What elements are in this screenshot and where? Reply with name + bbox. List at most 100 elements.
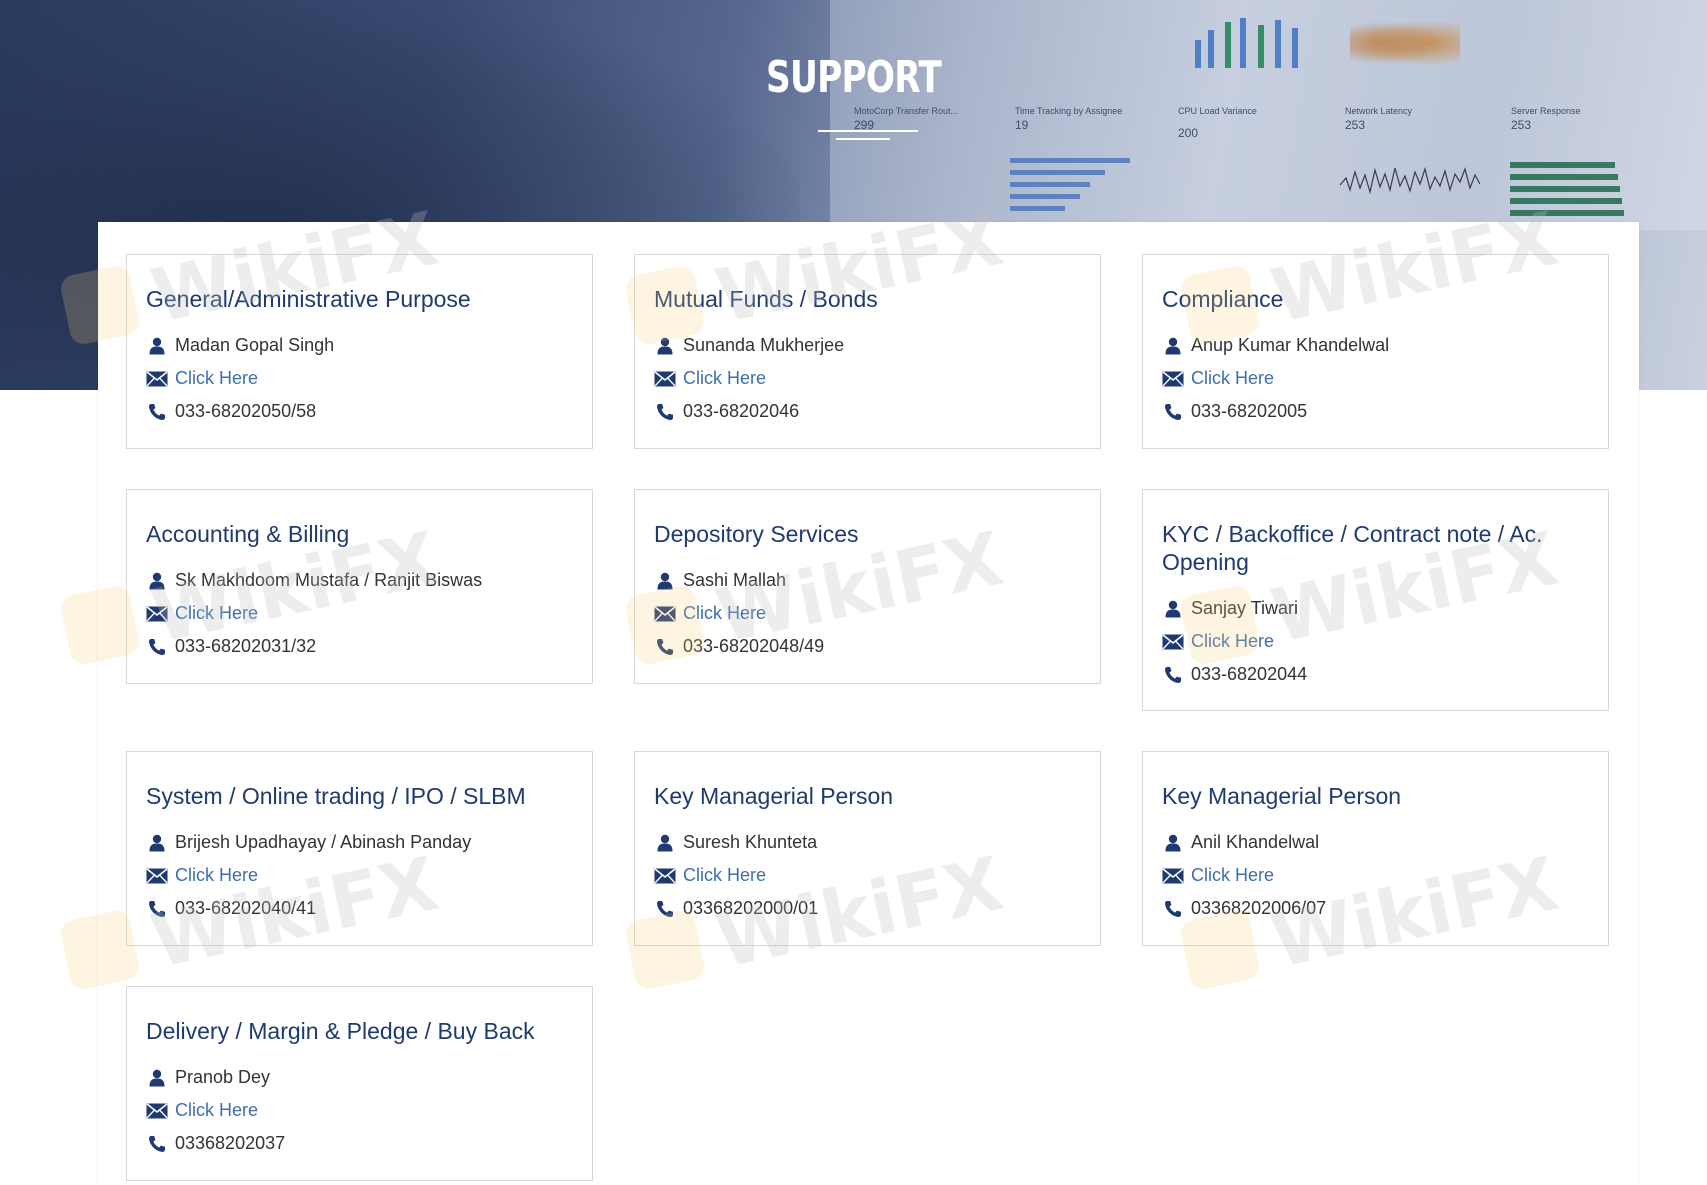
phone-row: 033-68202040/41 <box>146 892 573 925</box>
person-icon <box>146 571 168 591</box>
email-link[interactable]: Click Here <box>175 865 258 886</box>
panel-number: 200 <box>1178 126 1199 140</box>
email-row: Click Here <box>1162 859 1589 892</box>
phone-icon <box>1162 402 1184 422</box>
envelope-icon <box>1162 632 1184 652</box>
contact-person-row: Sashi Mallah <box>654 564 1081 597</box>
email-link[interactable]: Click Here <box>683 603 766 624</box>
email-row: Click Here <box>654 362 1081 395</box>
contact-card: Key Managerial Person Suresh Khunteta Clic… <box>634 751 1101 946</box>
phone-row: 03368202037 <box>146 1127 573 1160</box>
contact-card: Compliance Anup Kumar Khandelwal Click Her… <box>1142 254 1609 449</box>
email-link[interactable]: Click Here <box>1191 865 1274 886</box>
email-row: Click Here <box>146 597 573 630</box>
contact-card: Depository Services Sashi Mallah Click Her… <box>634 489 1101 684</box>
email-link[interactable]: Click Here <box>683 368 766 389</box>
panel-label: Server Response <box>1511 106 1581 116</box>
support-contacts-panel: General/Administrative Purpose Madan Gopa… <box>98 222 1639 1185</box>
person-icon <box>654 833 676 853</box>
envelope-icon <box>1162 369 1184 389</box>
card-title: Key Managerial Person <box>1162 783 1402 809</box>
panel-number: 253 <box>1511 118 1532 132</box>
envelope-icon <box>654 369 676 389</box>
phone-icon <box>146 1134 168 1154</box>
phone-icon <box>146 899 168 919</box>
contact-person-name: Sk Makhdoom Mustafa / Ranjit Biswas <box>175 570 483 590</box>
panel-label: Time Tracking by Assignee <box>1015 106 1123 116</box>
contact-person-name: Sunanda Mukherjee <box>683 335 845 355</box>
phone-row: 033-68202044 <box>1162 658 1589 691</box>
contact-person-name: Madan Gopal Singh <box>175 335 335 355</box>
contact-card: Accounting & Billing Sk Makhdoom Mustafa … <box>126 489 593 684</box>
card-title: Depository Services <box>654 521 859 547</box>
phone-icon <box>654 899 676 919</box>
phone-number: 033-68202005 <box>1191 401 1308 421</box>
hero-dashboard-image: MotoCorp Transfer Rout... Time Tracking … <box>830 0 1707 230</box>
phone-row: 033-68202005 <box>1162 395 1589 428</box>
email-row: Click Here <box>1162 625 1589 658</box>
phone-number: 033-68202031/32 <box>175 636 317 656</box>
card-title: Delivery / Margin & Pledge / Buy Back <box>146 1018 535 1044</box>
email-link[interactable]: Click Here <box>175 1100 258 1121</box>
panel-number: 253 <box>1345 118 1366 132</box>
envelope-icon <box>146 1101 168 1121</box>
envelope-icon <box>654 866 676 886</box>
envelope-icon <box>146 866 168 886</box>
contact-person-row: Sanjay Tiwari <box>1162 592 1589 625</box>
person-icon <box>654 336 676 356</box>
contact-person-row: Anup Kumar Khandelwal <box>1162 329 1589 362</box>
phone-number: 033-68202040/41 <box>175 898 317 918</box>
contact-person-name: Anil Khandelwal <box>1191 832 1320 852</box>
contact-person-row: Suresh Khunteta <box>654 826 1081 859</box>
phone-icon <box>654 637 676 657</box>
contact-person-name: Anup Kumar Khandelwal <box>1191 335 1390 355</box>
email-row: Click Here <box>654 597 1081 630</box>
contact-person-row: Brijesh Upadhayay / Abinash Panday <box>146 826 573 859</box>
contact-card: Key Managerial Person Anil Khandelwal Clic… <box>1142 751 1609 946</box>
person-icon <box>1162 833 1184 853</box>
title-underline <box>818 130 918 132</box>
email-row: Click Here <box>1162 362 1589 395</box>
card-title: System / Online trading / IPO / SLBM <box>146 783 526 809</box>
contact-person-name: Brijesh Upadhayay / Abinash Panday <box>175 832 472 852</box>
panel-label: MotoCorp Transfer Rout... <box>854 106 959 116</box>
envelope-icon <box>146 369 168 389</box>
email-link[interactable]: Click Here <box>1191 631 1274 652</box>
phone-row: 03368202006/07 <box>1162 892 1589 925</box>
person-icon <box>654 571 676 591</box>
email-row: Click Here <box>654 859 1081 892</box>
phone-row: 033-68202048/49 <box>654 630 1081 663</box>
contact-person-name: Suresh Khunteta <box>683 832 818 852</box>
phone-number: 033-68202050/58 <box>175 401 317 421</box>
phone-icon <box>654 402 676 422</box>
contact-person-row: Sunanda Mukherjee <box>654 329 1081 362</box>
contact-card: KYC / Backoffice / Contract note / Ac. O… <box>1142 489 1609 711</box>
panel-label: Network Latency <box>1345 106 1413 116</box>
email-row: Click Here <box>146 859 573 892</box>
contact-person-row: Pranob Dey <box>146 1061 573 1094</box>
contact-person-name: Sashi Mallah <box>683 570 787 590</box>
phone-number: 03368202006/07 <box>1191 898 1327 918</box>
panel-number: 19 <box>1015 118 1029 132</box>
person-icon <box>146 1068 168 1088</box>
email-link[interactable]: Click Here <box>1191 368 1274 389</box>
envelope-icon <box>146 604 168 624</box>
latency-wave <box>1340 166 1480 195</box>
phone-row: 033-68202050/58 <box>146 395 573 428</box>
card-title: Mutual Funds / Bonds <box>654 286 878 312</box>
phone-number: 033-68202048/49 <box>683 636 825 656</box>
email-link[interactable]: Click Here <box>175 603 258 624</box>
phone-number: 033-68202046 <box>683 401 800 421</box>
card-title: General/Administrative Purpose <box>146 286 471 312</box>
card-title: Key Managerial Person <box>654 783 894 809</box>
phone-icon <box>1162 665 1184 685</box>
phone-number: 033-68202044 <box>1191 664 1308 684</box>
contact-person-name: Pranob Dey <box>175 1067 271 1087</box>
email-link[interactable]: Click Here <box>175 368 258 389</box>
phone-icon <box>146 637 168 657</box>
email-link[interactable]: Click Here <box>683 865 766 886</box>
phone-row: 03368202000/01 <box>654 892 1081 925</box>
contact-card: General/Administrative Purpose Madan Gopa… <box>126 254 593 449</box>
contact-card: Mutual Funds / Bonds Sunanda Mukherjee Cli… <box>634 254 1101 449</box>
card-title: Compliance <box>1162 286 1284 312</box>
